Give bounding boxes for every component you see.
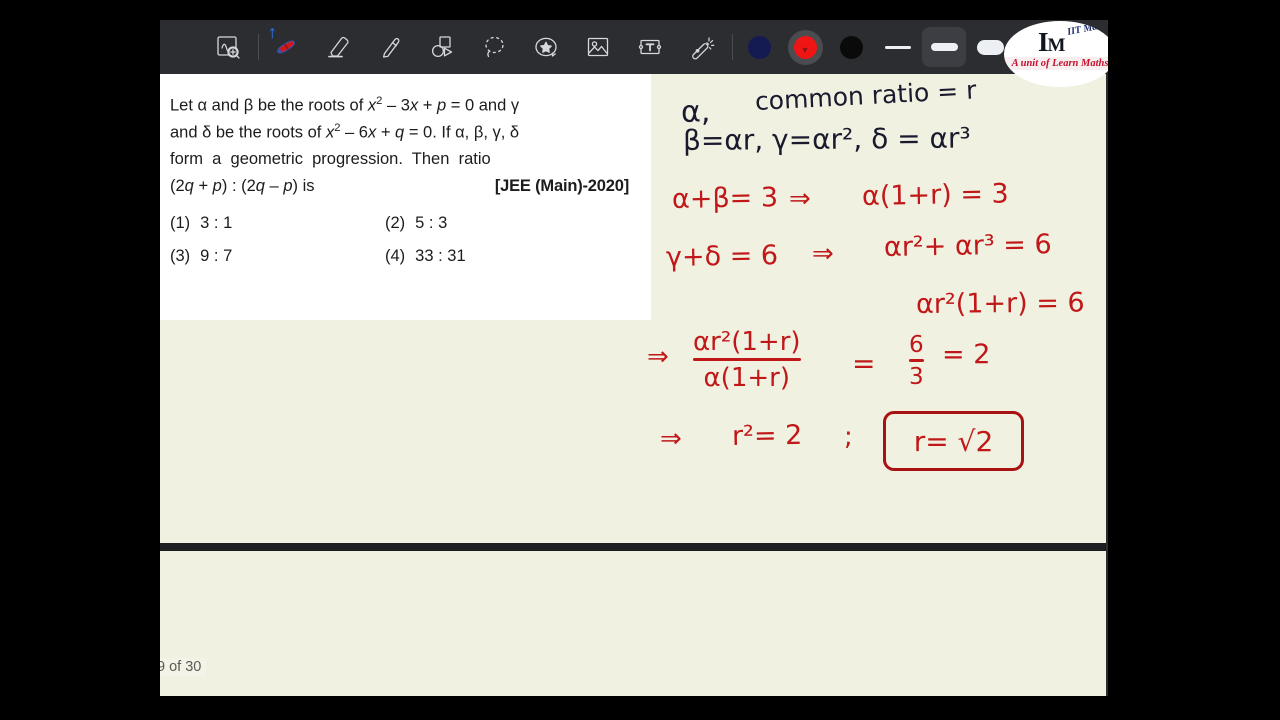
- question-ratio: (2q + p) : (2q – p) is: [170, 177, 315, 196]
- shapes-icon: [431, 36, 453, 58]
- ink-sum-alpha-beta-expanded: α(1+r) = 3: [861, 178, 1009, 212]
- shapes-tool[interactable]: [420, 27, 464, 67]
- text-tool[interactable]: [628, 27, 672, 67]
- ink-frac-numerator: 6: [909, 332, 924, 358]
- ink-equals-two: = 2: [942, 339, 991, 370]
- canvas-page-bottom[interactable]: 9 of 30: [160, 551, 1107, 696]
- sticker-tool[interactable]: [524, 27, 568, 67]
- ink-ratio-numerator: αr²(1+r): [693, 327, 801, 357]
- color-swatch: [839, 35, 863, 59]
- question-card: Let α and β be the roots of x2 – 3x + p …: [160, 74, 651, 320]
- page-counter: 9 of 30: [160, 658, 207, 676]
- stroke-thin[interactable]: [876, 27, 920, 67]
- ink-alpha-label: α,: [680, 94, 711, 130]
- sticker-star-icon: [535, 37, 557, 57]
- ink-sum-gamma-delta-expanded: αr²+ αr³ = 6: [883, 229, 1052, 263]
- highlighter-icon: [382, 37, 400, 58]
- ink-sum-gamma-delta-factored: αr²(1+r) = 6: [915, 287, 1085, 320]
- ink-common-ratio: common ratio = r: [754, 75, 978, 116]
- ink-equals-1: =: [852, 347, 876, 380]
- option-number: (2): [385, 213, 406, 232]
- stroke-preview: [885, 45, 911, 49]
- color-red[interactable]: ▼: [784, 27, 826, 67]
- toolbar-divider: [258, 34, 259, 60]
- question-line-1: Let α and β be the roots of x2 – 3x + p …: [170, 95, 520, 115]
- ink-ratio-fraction: αr²(1+r) α(1+r): [693, 327, 801, 393]
- screen: ᛏ ▼ IIT Maths IM A unit of Learn Maths L…: [0, 0, 1280, 720]
- logo-tagline: A unit of Learn Maths: [1004, 57, 1108, 70]
- select-zoom-icon: [217, 36, 240, 59]
- color-navy[interactable]: [738, 27, 780, 67]
- logo-monogram: IM: [1038, 27, 1065, 57]
- option-value: 33 : 31: [415, 246, 466, 265]
- exam-tag: [JEE (Main)-2020]: [494, 177, 629, 196]
- question-text: Let α and β be the roots of x2 – 3x + p …: [170, 92, 629, 200]
- color-swatch: [747, 35, 771, 59]
- window-right-edge: [1106, 74, 1108, 696]
- option-value: 3 : 1: [200, 213, 233, 232]
- text-box-icon: [638, 39, 662, 55]
- ink-six-thirds-fraction: 6 3: [909, 332, 924, 390]
- toolbar-divider-2: [732, 34, 733, 60]
- pen-tool[interactable]: ᛏ: [264, 27, 308, 67]
- ink-fraction-bar: [909, 359, 924, 362]
- stroke-preview: [976, 39, 1004, 55]
- stroke-medium[interactable]: [922, 27, 966, 67]
- option-number: (3): [170, 246, 191, 265]
- option-4[interactable]: (4) 33 : 31: [385, 247, 629, 266]
- options-list: (1) 3 : 1 (2) 5 : 3 (3) 9 : 7 (4) 33 : 31: [170, 214, 629, 266]
- question-line-4: (2q + p) : (2q – p) is [JEE (Main)-2020]: [170, 173, 629, 200]
- ink-implies-1: ⇒: [789, 184, 811, 214]
- ink-gp-terms: β=αr, γ=αr², δ = αr³: [682, 121, 971, 157]
- magic-wand-icon: [692, 37, 715, 60]
- image-icon: [587, 37, 609, 57]
- option-value: 5 : 3: [415, 213, 448, 232]
- option-value: 9 : 7: [200, 246, 233, 265]
- ink-boxed-answer: r= √2: [883, 411, 1024, 471]
- page-divider: [160, 543, 1108, 551]
- chevron-down-icon: ▼: [800, 45, 810, 55]
- ink-ratio-denominator: α(1+r): [703, 363, 790, 393]
- ink-sum-gamma-delta: γ+δ = 6: [665, 240, 779, 273]
- canvas-page-top[interactable]: Let α and β be the roots of x2 – 3x + p …: [160, 74, 1107, 543]
- eraser-tool[interactable]: [316, 27, 360, 67]
- ink-fraction-bar: [693, 358, 801, 361]
- ink-implies-3: ⇒: [647, 342, 669, 372]
- bluetooth-icon: ᛏ: [269, 28, 276, 40]
- lasso-tool[interactable]: [472, 27, 516, 67]
- option-number: (4): [385, 246, 406, 265]
- ink-r-squared: r²= 2: [731, 419, 803, 452]
- lasso-icon: [485, 36, 504, 58]
- eraser-icon: [328, 36, 349, 58]
- ink-boxed-answer-text: r= √2: [913, 424, 994, 458]
- select-zoom-tool[interactable]: [206, 27, 250, 67]
- image-tool[interactable]: [576, 27, 620, 67]
- ink-semicolon: ;: [844, 422, 853, 452]
- highlighter-tool[interactable]: [368, 27, 412, 67]
- stroke-preview: [930, 43, 958, 51]
- ink-sum-alpha-beta: α+β= 3: [671, 182, 779, 215]
- ink-implies-4: ⇒: [660, 424, 682, 454]
- ink-frac-denominator: 3: [909, 364, 924, 390]
- logo-brand-top: IIT Maths: [1066, 21, 1108, 38]
- toolbar: ᛏ ▼: [160, 20, 1108, 74]
- ink-implies-2: ⇒: [812, 239, 834, 269]
- question-line-2: and δ be the roots of x2 – 6x + q = 0. I…: [170, 122, 520, 142]
- magic-wand-tool[interactable]: [680, 27, 724, 67]
- question-line-3: form a geometric progression. Then ratio: [170, 150, 491, 169]
- option-number: (1): [170, 213, 191, 232]
- app-window: ᛏ ▼ IIT Maths IM A unit of Learn Maths L…: [160, 20, 1108, 696]
- option-1[interactable]: (1) 3 : 1: [170, 214, 385, 233]
- color-black[interactable]: [830, 27, 872, 67]
- option-3[interactable]: (3) 9 : 7: [170, 247, 385, 266]
- option-2[interactable]: (2) 5 : 3: [385, 214, 629, 233]
- brand-logo: IIT Maths IM A unit of Learn Maths: [1004, 21, 1108, 87]
